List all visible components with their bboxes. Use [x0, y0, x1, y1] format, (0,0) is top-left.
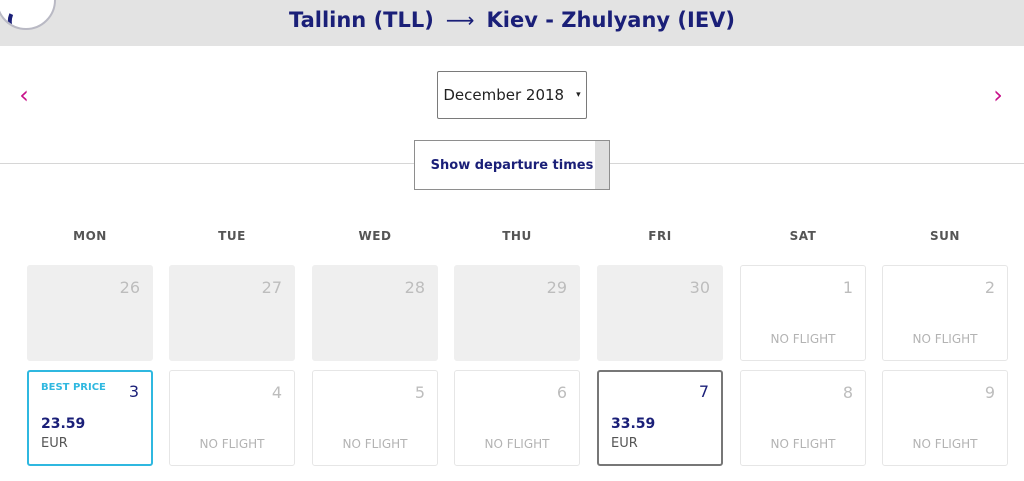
day-number: 29 [546, 278, 567, 297]
show-departure-times-button[interactable]: Show departure times [414, 140, 610, 190]
month-select-value: December 2018 [443, 86, 565, 104]
weekday-header-mon: MON [73, 229, 107, 243]
calendar-day-cell[interactable]: 9 NO FLIGHT [882, 370, 1008, 466]
no-flight-label: NO FLIGHT [912, 437, 978, 451]
fare-price: 33.59 [611, 416, 656, 432]
chevron-right-icon[interactable]: › [986, 80, 1010, 110]
calendar-day-cell[interactable]: 5 NO FLIGHT [312, 370, 438, 466]
no-flight-label: NO FLIGHT [770, 437, 836, 451]
no-flight-label: NO FLIGHT [199, 437, 265, 451]
day-number: 3 [128, 382, 139, 401]
day-number: 2 [984, 278, 995, 297]
destination-label: Kiev - Zhulyany (IEV) [486, 8, 736, 32]
day-number: 8 [842, 383, 853, 402]
day-number: 5 [414, 383, 425, 402]
no-flight-label: NO FLIGHT [484, 437, 550, 451]
fare-currency: EUR [611, 436, 638, 451]
day-number: 30 [689, 278, 710, 297]
day-number: 26 [119, 278, 140, 297]
fare-currency: EUR [41, 436, 68, 451]
calendar-day-cell[interactable]: 1 NO FLIGHT [740, 265, 866, 361]
day-number: 4 [271, 383, 282, 402]
weekday-header-sun: SUN [930, 229, 960, 243]
calendar-day-cell: 26 [27, 265, 153, 361]
calendar-day-cell[interactable]: 6 NO FLIGHT [454, 370, 580, 466]
show-departure-times-label: Show departure times [430, 157, 594, 173]
best-price-badge: BEST PRICE [41, 382, 106, 393]
route-header: Tallinn (TLL) ⟶ Kiev - Zhulyany (IEV) [0, 0, 1024, 46]
day-number: 7 [698, 382, 709, 401]
weekday-header-wed: WED [358, 229, 392, 243]
calendar-day-cell[interactable]: 4 NO FLIGHT [169, 370, 295, 466]
day-number: 27 [261, 278, 282, 297]
no-flight-label: NO FLIGHT [912, 332, 978, 346]
day-number: 1 [842, 278, 853, 297]
day-number: 6 [556, 383, 567, 402]
no-flight-label: NO FLIGHT [770, 332, 836, 346]
day-number: 9 [984, 383, 995, 402]
day-number: 28 [404, 278, 425, 297]
calendar-day-cell[interactable]: 3 BEST PRICE 23.59 EUR [27, 370, 153, 466]
weekday-header-fri: FRI [648, 229, 672, 243]
route-title: Tallinn (TLL) ⟶ Kiev - Zhulyany (IEV) [0, 0, 1024, 40]
calendar-day-cell: 30 [597, 265, 723, 361]
arrow-right-icon: ⟶ [445, 8, 475, 32]
calendar-day-cell[interactable]: 7 33.59 EUR [597, 370, 723, 466]
fare-price: 23.59 [41, 416, 86, 432]
calendar-day-cell[interactable]: 2 NO FLIGHT [882, 265, 1008, 361]
no-flight-label: NO FLIGHT [342, 437, 408, 451]
month-select[interactable]: December 2018 ▾ [437, 71, 587, 119]
button-scroll-bar [595, 141, 609, 189]
caret-down-icon: ▾ [576, 90, 581, 100]
calendar-day-cell: 29 [454, 265, 580, 361]
calendar-day-cell: 28 [312, 265, 438, 361]
chevron-left-icon[interactable]: ‹ [12, 80, 36, 110]
calendar-day-cell[interactable]: 8 NO FLIGHT [740, 370, 866, 466]
weekday-header-thu: THU [502, 229, 532, 243]
origin-label: Tallinn (TLL) [288, 8, 434, 32]
weekday-header-sat: SAT [789, 229, 817, 243]
weekday-header-tue: TUE [218, 229, 246, 243]
calendar-day-cell: 27 [169, 265, 295, 361]
